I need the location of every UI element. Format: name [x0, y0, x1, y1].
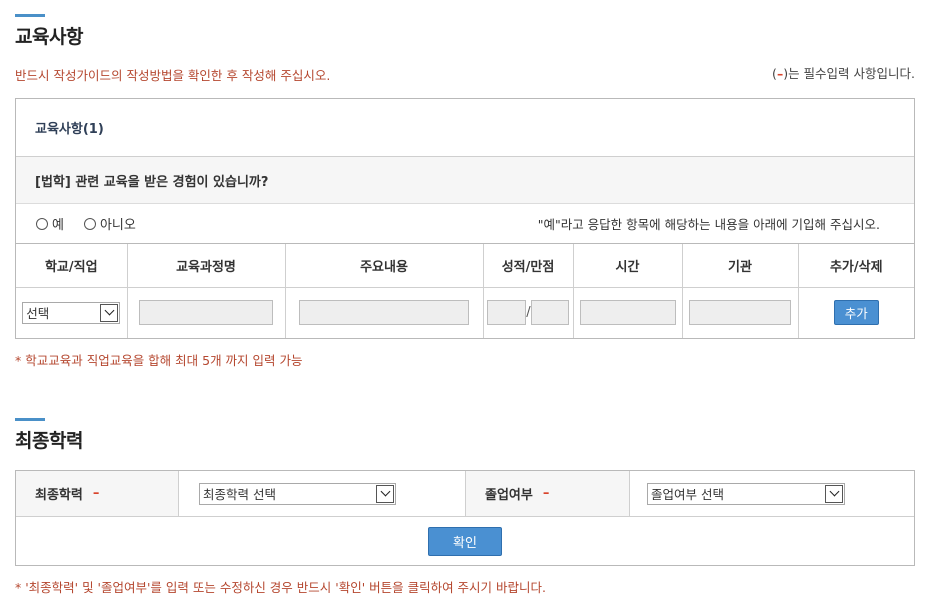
col-hours: 시간	[573, 244, 683, 288]
cell-score: /	[483, 287, 574, 338]
school-job-select[interactable]: 선택	[22, 301, 121, 324]
guide-notice: 반드시 작성가이드의 작성방법을 확인한 후 작성해 주십시오.	[15, 68, 331, 83]
col-add-delete: 추가/삭제	[798, 244, 914, 288]
confirm-button[interactable]: 확인	[428, 527, 502, 556]
add-row-button[interactable]: 추가	[833, 300, 879, 326]
full-score-input[interactable]	[530, 300, 569, 326]
col-course-name: 교육과정명	[127, 244, 286, 288]
degree-select-value: 최종학력 선택	[203, 487, 276, 502]
final-education-section-title: 최종학력	[15, 430, 83, 452]
score-input[interactable]	[487, 300, 527, 326]
graduation-field: 졸업여부 선택	[630, 471, 914, 516]
graduation-select[interactable]: 졸업여부 선택	[647, 482, 845, 505]
cell-main-content	[285, 287, 484, 338]
school-job-select-value: 선택	[26, 306, 50, 322]
degree-field: 최종학력 선택	[179, 471, 466, 516]
col-school-job: 학교/직업	[16, 244, 128, 288]
radio-yes-circle-icon[interactable]	[36, 217, 48, 230]
hours-input[interactable]	[579, 300, 676, 326]
radio-no-label: 아니오	[99, 218, 136, 233]
final-education-box: 최종학력 – 최종학력 선택 졸업여부 – 졸업여부 선택 확인	[15, 470, 915, 566]
col-institution: 기관	[682, 244, 799, 288]
final-education-footnote: * '최종학력' 및 '졸업여부'를 입력 또는 수정하신 경우 반드시 '확인…	[15, 580, 546, 595]
section-accent-bar	[15, 14, 45, 17]
chevron-down-icon[interactable]	[825, 484, 843, 503]
chevron-down-icon[interactable]	[376, 484, 394, 503]
main-content-input[interactable]	[299, 300, 469, 326]
col-score: 성적/만점	[483, 244, 574, 288]
cell-institution	[682, 287, 799, 338]
graduation-select-value: 졸업여부 선택	[651, 487, 724, 502]
cell-add-delete: 추가	[798, 287, 914, 338]
cell-course-name	[127, 287, 286, 338]
radio-no-circle-icon[interactable]	[83, 217, 96, 230]
chevron-down-icon[interactable]	[100, 303, 119, 322]
cell-hours	[573, 287, 683, 338]
education-question: [법학] 관련 교육을 받은 경험이 있습니까?	[16, 157, 914, 204]
required-legend-text: )는 필수입력 사항입니다.	[783, 66, 915, 81]
graduation-label: 졸업여부 –	[466, 471, 630, 516]
education-table: 학교/직업 교육과정명 주요내용 성적/만점 시간 기관 추가/삭제 선택 / …	[16, 244, 914, 338]
degree-select[interactable]: 최종학력 선택	[199, 482, 396, 505]
education-box: 교육사항(1) [법학] 관련 교육을 받은 경험이 있습니까? 예 아니오 "…	[15, 98, 915, 339]
degree-label-text: 최종학력	[35, 488, 83, 503]
course-name-input[interactable]	[139, 300, 273, 326]
col-main-content: 주요내용	[285, 244, 484, 288]
education-section-title: 교육사항	[15, 26, 83, 48]
graduation-label-text: 졸업여부	[485, 488, 533, 503]
section-accent-bar	[15, 418, 45, 421]
education-footnote: * 학교교육과 직업교육을 합해 최대 5개 까지 입력 가능	[15, 353, 303, 368]
confirm-row: 확인	[16, 517, 914, 566]
table-row: 선택 / 추가	[16, 287, 914, 338]
radio-no[interactable]: 아니오	[83, 214, 136, 233]
radio-yes[interactable]: 예	[36, 214, 64, 233]
institution-input[interactable]	[689, 300, 791, 326]
experience-radio-group: 예 아니오 "예"라고 응답한 항목에 해당하는 내용을 아래에 기입해 주십시…	[16, 204, 914, 244]
required-mark: –	[92, 486, 100, 501]
required-legend: (–)는 필수입력 사항입니다.	[772, 63, 915, 82]
final-education-row: 최종학력 – 최종학력 선택 졸업여부 – 졸업여부 선택	[16, 471, 914, 517]
cell-school-job: 선택	[16, 287, 128, 338]
table-header-row: 학교/직업 교육과정명 주요내용 성적/만점 시간 기관 추가/삭제	[16, 244, 914, 288]
education-box-title: 교육사항(1)	[16, 99, 914, 157]
required-mark: –	[542, 486, 550, 501]
radio-yes-label: 예	[52, 218, 64, 233]
yes-hint: "예"라고 응답한 항목에 해당하는 내용을 아래에 기입해 주십시오.	[537, 217, 880, 232]
degree-label: 최종학력 –	[16, 471, 179, 516]
